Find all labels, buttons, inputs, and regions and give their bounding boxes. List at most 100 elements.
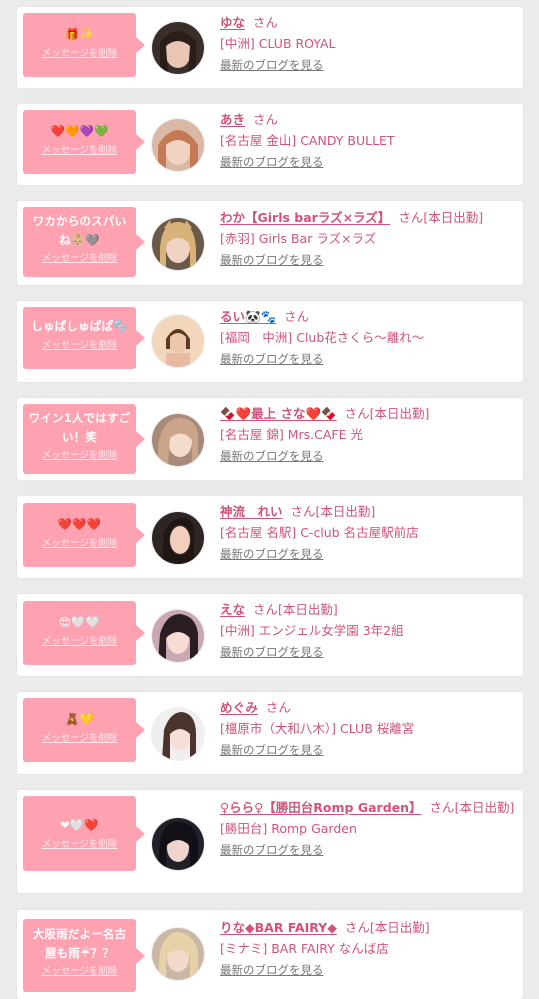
latest-blog-link[interactable]: 最新のブログを見る <box>220 742 324 758</box>
latest-blog-link[interactable]: 最新のブログを見る <box>220 252 324 268</box>
message-card: ワイン1人ではすごい！笑 メッセージを削除 🍫❤️最上 さな❤️🍫 さん[本日出勤… <box>17 398 523 480</box>
message-bubble: ワカからのスパいね👶🏼🩶 メッセージを削除 <box>23 207 145 277</box>
shop-name: [名古屋 名駅] C-club 名古屋駅前店 <box>220 525 419 540</box>
avatar[interactable] <box>151 314 205 368</box>
cast-info: ゆな さん [中洲] CLUB ROYAL 最新のブログを見る <box>220 14 516 73</box>
message-bubble: しゅぱしゅぱぱ🫧 メッセージを削除 <box>23 307 145 369</box>
cast-name-link[interactable]: ゆな <box>220 15 245 30</box>
avatar[interactable] <box>151 609 205 663</box>
cast-info: ♀らら♀【勝田台Romp Garden】 さん[本日出勤] [勝田台] Romp … <box>220 799 516 858</box>
shop-name: [中洲] CLUB ROYAL <box>220 36 336 51</box>
shop-name: [勝田台] Romp Garden <box>220 821 357 836</box>
cast-name-link[interactable]: ♀らら♀【勝田台Romp Garden】 <box>220 800 422 815</box>
honorific: さん <box>290 504 316 519</box>
cast-name-link[interactable]: 🍫❤️最上 さな❤️🍫 <box>220 406 337 421</box>
avatar[interactable] <box>151 413 205 467</box>
avatar[interactable] <box>151 511 205 565</box>
cast-info: わか【Girls barラズ×ラズ】 さん[本日出勤] [赤羽] Girls Ba… <box>220 209 516 268</box>
cast-name-link[interactable]: あき <box>220 112 245 127</box>
avatar[interactable] <box>151 21 205 75</box>
shop-name: [ミナミ] BAR FAIRY なんば店 <box>220 941 389 956</box>
delete-message-link[interactable]: メッセージを削除 <box>23 635 136 649</box>
avatar[interactable] <box>151 817 205 871</box>
message-card: ワカからのスパいね👶🏼🩶 メッセージを削除 わか【Girls barラズ×ラズ】… <box>17 201 523 285</box>
shop-name: [橿原市（大和八木）] CLUB 桜離宮 <box>220 721 415 736</box>
shop-name: [福岡 中洲] Club花さくら～離れ～ <box>220 330 425 345</box>
honorific: さん <box>253 15 279 30</box>
message-text: ❤️❤️❤️ <box>57 517 102 531</box>
message-bubble: ワイン1人ではすごい！笑 メッセージを削除 <box>23 404 145 474</box>
cast-name-link[interactable]: りな◆BAR FAIRY◆ <box>220 920 337 935</box>
shop-name: [名古屋 金山] CANDY BULLET <box>220 133 395 148</box>
cast-name-link[interactable]: るい🐼🐾 <box>220 309 276 324</box>
avatar[interactable] <box>151 707 205 761</box>
cast-name-link[interactable]: めぐみ <box>220 700 258 715</box>
delete-message-link[interactable]: メッセージを削除 <box>23 537 136 551</box>
message-card: ❤🤍❤️ メッセージを削除 ♀らら♀【勝田台Romp Garden】 さん[本日出… <box>17 790 523 893</box>
cast-info: りな◆BAR FAIRY◆ さん[本日出勤] [ミナミ] BAR FAIRY なん… <box>220 919 516 978</box>
message-card: 😍🤍🤍 メッセージを削除 えな さん[本日出勤] [中洲] エンジェル女学園 3年… <box>17 594 523 676</box>
latest-blog-link[interactable]: 最新のブログを見る <box>220 154 324 170</box>
message-card: ❤️🧡💜💚 メッセージを削除 あき さん [名古屋 金山] CANDY BULLE… <box>17 104 523 185</box>
delete-message-link[interactable]: メッセージを削除 <box>23 965 136 979</box>
message-text: ❤️🧡💜💚 <box>50 124 109 138</box>
message-bubble: 🎁✨ メッセージを削除 <box>23 13 145 77</box>
cast-info: 神流 れい さん[本日出勤] [名古屋 名駅] C-club 名古屋駅前店 最新の… <box>220 503 516 562</box>
latest-blog-link[interactable]: 最新のブログを見る <box>220 962 324 978</box>
avatar[interactable] <box>151 217 205 271</box>
message-text: 🎁✨ <box>64 27 95 41</box>
latest-blog-link[interactable]: 最新のブログを見る <box>220 842 324 858</box>
honorific: さん <box>344 406 370 421</box>
honorific: さん <box>265 700 291 715</box>
delete-message-link[interactable]: メッセージを削除 <box>23 252 136 266</box>
cast-name-link[interactable]: えな <box>220 602 245 617</box>
delete-message-link[interactable]: メッセージを削除 <box>23 144 136 158</box>
honorific: さん <box>284 309 310 324</box>
delete-message-link[interactable]: メッセージを削除 <box>23 449 136 463</box>
shop-name: [中洲] エンジェル女学園 3年2組 <box>220 623 404 638</box>
message-card: 🎁✨ メッセージを削除 ゆな さん [中洲] CLUB ROYAL 最新のブログを… <box>17 7 523 88</box>
cast-info: めぐみ さん [橿原市（大和八木）] CLUB 桜離宮 最新のブログを見る <box>220 699 516 758</box>
honorific: さん <box>398 210 424 225</box>
shop-name: [赤羽] Girls Bar ラズ×ラズ <box>220 231 377 246</box>
cast-name-link[interactable]: 神流 れい <box>220 504 283 519</box>
latest-blog-link[interactable]: 最新のブログを見る <box>220 644 324 660</box>
honorific: さん <box>253 602 279 617</box>
latest-blog-link[interactable]: 最新のブログを見る <box>220 546 324 562</box>
shop-name: [名古屋 錦] Mrs.CAFE 光 <box>220 427 363 442</box>
today-badge: [本日出勤] <box>369 920 430 935</box>
cast-info: あき さん [名古屋 金山] CANDY BULLET 最新のブログを見る <box>220 111 516 170</box>
cast-info: るい🐼🐾 さん [福岡 中洲] Club花さくら～離れ～ 最新のブログを見る <box>220 308 516 367</box>
delete-message-link[interactable]: メッセージを削除 <box>23 47 136 61</box>
today-badge: [本日出勤] <box>454 800 515 815</box>
message-text: ワカからのスパいね👶🏼🩶 <box>32 214 127 247</box>
message-bubble: ❤️❤️❤️ メッセージを削除 <box>23 503 145 567</box>
cast-info: 🍫❤️最上 さな❤️🍫 さん[本日出勤] [名古屋 錦] Mrs.CAFE 光 最… <box>220 405 516 464</box>
cast-name-link[interactable]: わか【Girls barラズ×ラズ】 <box>220 210 390 225</box>
delete-message-link[interactable]: メッセージを削除 <box>23 838 136 852</box>
message-card: 🧸💛 メッセージを削除 めぐみ さん [橿原市（大和八木）] CLUB 桜離宮 最… <box>17 692 523 774</box>
cast-info: えな さん[本日出勤] [中洲] エンジェル女学園 3年2組 最新のブログを見る <box>220 601 516 660</box>
avatar[interactable] <box>151 118 205 172</box>
message-text: ❤🤍❤️ <box>60 818 99 832</box>
message-bubble: ❤🤍❤️ メッセージを削除 <box>23 796 145 871</box>
honorific: さん <box>429 800 455 815</box>
today-badge: [本日出勤] <box>423 210 484 225</box>
message-bubble: 大阪雨だよー名古屋も雨☔？？ メッセージを削除 <box>23 919 145 992</box>
message-bubble: 😍🤍🤍 メッセージを削除 <box>23 601 145 665</box>
delete-message-link[interactable]: メッセージを削除 <box>23 732 136 746</box>
message-text: 😍🤍🤍 <box>58 615 101 629</box>
avatar[interactable] <box>151 927 205 981</box>
delete-message-link[interactable]: メッセージを削除 <box>23 339 136 353</box>
latest-blog-link[interactable]: 最新のブログを見る <box>220 57 324 73</box>
latest-blog-link[interactable]: 最新のブログを見る <box>220 351 324 367</box>
message-text: ワイン1人ではすごい！笑 <box>28 411 131 444</box>
honorific: さん <box>344 920 370 935</box>
message-card: ❤️❤️❤️ メッセージを削除 神流 れい さん[本日出勤] [名古屋 名駅] C… <box>17 496 523 578</box>
message-card: しゅぱしゅぱぱ🫧 メッセージを削除 るい🐼🐾 さん [福岡 中洲] Club花さく… <box>17 301 523 382</box>
latest-blog-link[interactable]: 最新のブログを見る <box>220 448 324 464</box>
message-bubble: 🧸💛 メッセージを削除 <box>23 698 145 762</box>
honorific: さん <box>253 112 279 127</box>
today-badge: [本日出勤] <box>315 504 376 519</box>
today-badge: [本日出勤] <box>369 406 430 421</box>
